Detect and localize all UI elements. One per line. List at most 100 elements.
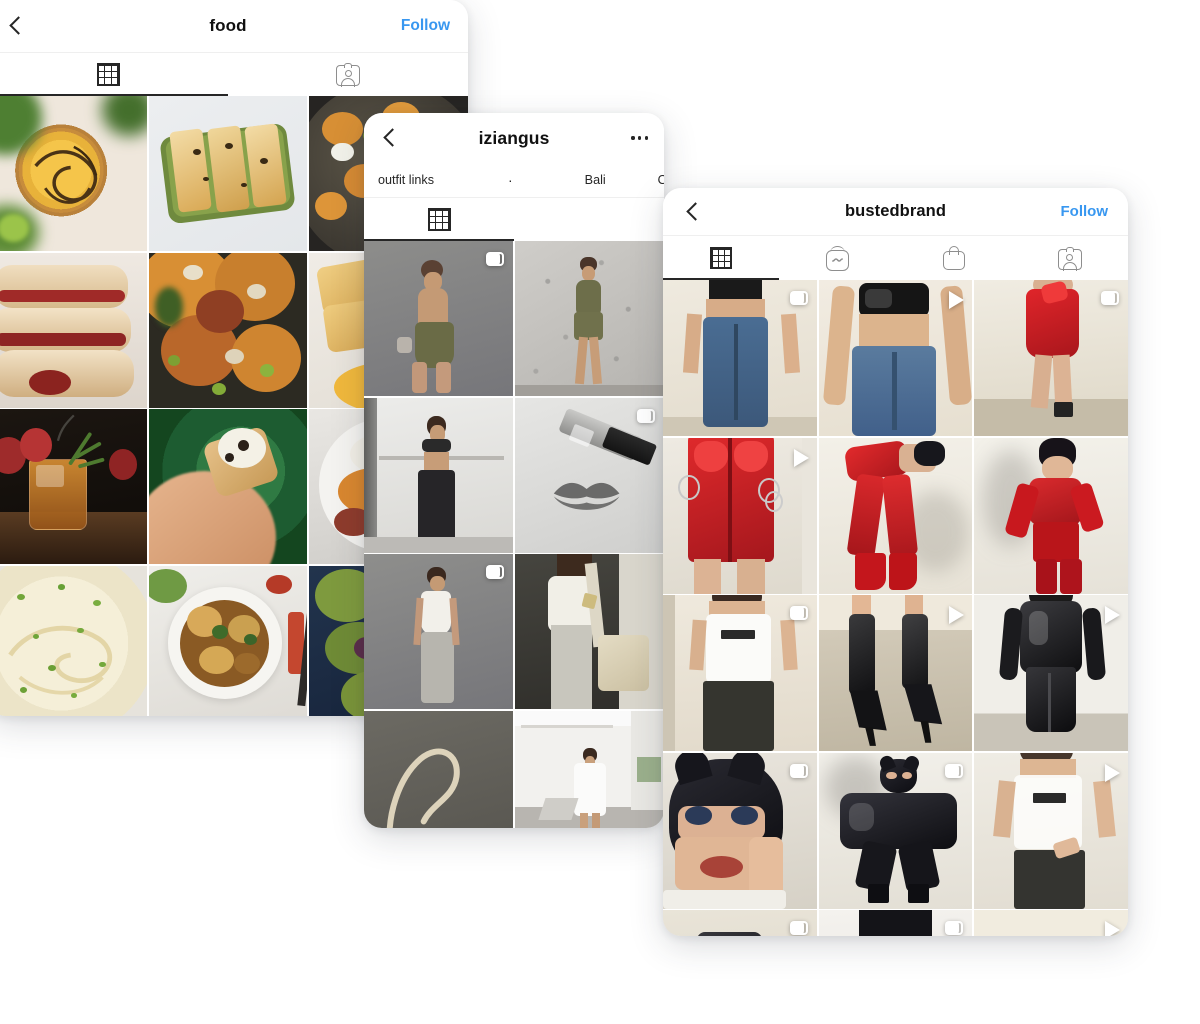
post-busted-white-tank[interactable]	[663, 595, 817, 752]
post-cat-mask-crouch[interactable]	[818, 752, 973, 909]
post-black-latex-catsuit[interactable]	[974, 595, 1128, 752]
grid-icon	[427, 208, 451, 231]
post-thumbnail	[663, 595, 817, 752]
post-thumbnail	[818, 910, 973, 936]
post-thumbnail	[974, 437, 1128, 594]
tagged-icon	[336, 63, 360, 87]
tab-tagged[interactable]	[228, 53, 468, 96]
follow-button[interactable]: Follow	[401, 17, 450, 35]
tab-grid[interactable]	[0, 53, 228, 96]
post-thumbnail	[818, 752, 973, 909]
post-red-latex-minidress[interactable]	[974, 280, 1128, 436]
post-pumpkin-soup[interactable]	[0, 96, 147, 251]
post-thumbnail	[0, 565, 147, 716]
highlight-outfit-links[interactable]: outfit links	[378, 173, 434, 187]
highlight-oct-xix[interactable]: Oct XIX	[658, 173, 664, 187]
highlight-bali[interactable]: Bali	[585, 173, 606, 187]
more-options-icon[interactable]	[631, 130, 648, 145]
highlight-dot[interactable]: ·	[508, 172, 513, 188]
post-red-latex-gloves[interactable]	[974, 437, 1128, 594]
post-white-shirt-gallery[interactable]	[514, 710, 664, 828]
follow-button[interactable]: Follow	[1061, 203, 1109, 220]
post-thumbnail	[663, 280, 817, 436]
post-thumbnail	[514, 710, 664, 828]
post-thumbnail	[364, 710, 514, 828]
post-halloumi-toast[interactable]	[148, 96, 308, 251]
post-thumbnail	[663, 910, 817, 936]
post-black-bra-jeans[interactable]	[663, 280, 817, 436]
tabbar-food	[0, 52, 468, 96]
post-thumbnail	[974, 595, 1128, 752]
photo-grid-iziangus	[364, 241, 664, 828]
post-thumbnail	[148, 409, 308, 565]
page-title: bustedbrand	[844, 202, 947, 220]
post-corset-padded-bag[interactable]	[514, 554, 664, 710]
navbar-iziangus: iziangus	[364, 113, 664, 163]
tab-tagged[interactable]	[1012, 236, 1128, 280]
post-thumbnail	[514, 241, 664, 396]
tabbar-iziangus	[364, 197, 664, 241]
profile-card-bustedbrand: bustedbrand Follow	[663, 188, 1128, 936]
igtv-icon	[825, 245, 849, 271]
tab-igtv[interactable]	[779, 236, 895, 280]
post-thumbnail	[0, 409, 147, 565]
post-thumbnail	[0, 96, 147, 251]
page-title: iziangus	[478, 127, 550, 148]
post-thumbnail	[974, 752, 1128, 909]
post-thumbnail	[818, 437, 973, 594]
post-padded-bag-flatlay[interactable]	[364, 710, 514, 828]
tab-placeholder[interactable]	[514, 198, 664, 241]
post-black-patent-boots[interactable]	[818, 595, 973, 752]
back-chevron-icon[interactable]	[683, 202, 703, 222]
post-thumbnail	[364, 397, 514, 553]
post-thumbnail	[663, 752, 817, 909]
post-roasted-veg-walnut[interactable]	[148, 252, 308, 408]
back-chevron-icon[interactable]	[380, 128, 400, 148]
tab-grid[interactable]	[663, 236, 780, 280]
post-red-zip-corset-dress[interactable]	[663, 437, 817, 594]
grid-icon	[710, 247, 733, 269]
grid-icon	[96, 63, 120, 86]
screenshot-stage: food Follow iziangus outfit links · Bali…	[0, 0, 1200, 1024]
post-sheer-busted-tank[interactable]	[974, 752, 1128, 909]
post-thumbnail	[974, 910, 1128, 936]
post-thumbnail	[663, 437, 817, 594]
photo-grid-bustedbrand	[663, 280, 1128, 936]
post-latex-bra-denim[interactable]	[818, 280, 973, 436]
post-cannoli-bite[interactable]	[148, 409, 308, 565]
post-thumbnail	[148, 96, 308, 251]
post-ysl-lipgloss-kiss[interactable]	[514, 397, 664, 553]
post-thumbnail	[818, 280, 973, 436]
navbar-food: food Follow	[0, 0, 468, 52]
post-olive-slip-dress-back[interactable]	[364, 241, 514, 396]
post-black-trousers-crop[interactable]	[364, 397, 514, 553]
post-thumbnail	[818, 595, 973, 752]
post-black-latex-hat[interactable]	[663, 910, 817, 936]
post-mashed-potatoes[interactable]	[0, 565, 147, 716]
navbar-bustedbrand: bustedbrand Follow	[663, 188, 1128, 235]
tagged-icon	[1057, 246, 1082, 271]
post-thumbnail	[148, 565, 308, 716]
post-olive-dress-wall[interactable]	[514, 241, 664, 396]
tabbar-bustedbrand	[663, 235, 1128, 280]
post-thumbnail	[514, 397, 664, 553]
post-white-corset-grey[interactable]	[364, 554, 514, 710]
page-title: food	[209, 16, 247, 35]
profile-card-iziangus: iziangus outfit links · Bali Oct XIX eur…	[364, 113, 664, 828]
post-pasta-bowl[interactable]	[148, 565, 308, 716]
post-jam-biscuits[interactable]	[0, 252, 147, 408]
post-wide-brim-hat[interactable]	[818, 910, 973, 936]
post-red-stockings-bend[interactable]	[818, 437, 973, 594]
post-cat-mask-closeup[interactable]	[663, 752, 817, 909]
tab-grid[interactable]	[364, 198, 514, 241]
post-apple-cocktail[interactable]	[0, 409, 147, 565]
back-chevron-icon[interactable]	[6, 16, 26, 36]
post-thumbnail	[364, 554, 514, 710]
post-thumbnail	[514, 554, 664, 710]
tab-shop[interactable]	[896, 236, 1012, 280]
post-cream-accessory[interactable]	[974, 910, 1128, 936]
post-thumbnail	[364, 241, 514, 396]
post-thumbnail	[974, 280, 1128, 436]
shop-bag-icon	[942, 246, 965, 270]
post-thumbnail	[148, 252, 308, 408]
